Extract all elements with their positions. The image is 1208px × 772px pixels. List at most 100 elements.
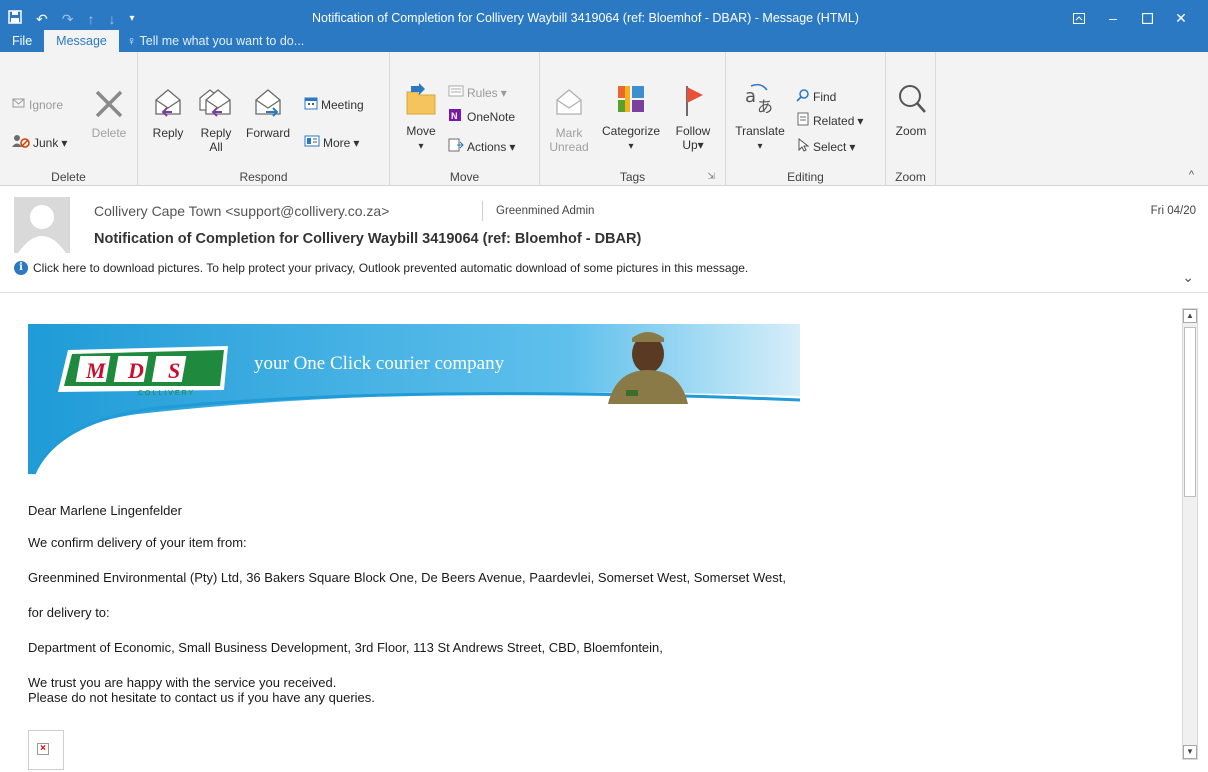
cursor-icon — [796, 137, 810, 155]
tell-me-label: Tell me what you want to do... — [139, 34, 305, 48]
dropdown-arrow-icon: ▾ — [500, 85, 507, 100]
customize-qat-icon[interactable]: ▾ — [129, 10, 134, 28]
greeting: Dear Marlene Lingenfelder — [28, 503, 182, 518]
broken-image-placeholder[interactable]: × — [28, 730, 64, 770]
undo-icon[interactable]: ↶ — [36, 10, 48, 28]
dropdown-arrow-icon: ▾ — [509, 139, 516, 154]
logo-letter: M — [85, 358, 107, 383]
more-respond-button[interactable]: More ▾ — [304, 134, 359, 151]
minimize-icon[interactable]: – — [1096, 6, 1130, 30]
broken-image-icon: × — [37, 743, 49, 755]
onenote-button[interactable]: N OneNote — [448, 108, 515, 125]
move-button[interactable]: Move ▾ — [398, 82, 444, 154]
related-button[interactable]: Related ▾ — [796, 112, 863, 129]
categorize-button[interactable]: Categorize ▾ — [596, 82, 666, 154]
download-pictures-infobar[interactable]: i Click here to download pictures. To he… — [14, 261, 748, 275]
maximize-icon[interactable] — [1130, 6, 1164, 30]
dialog-launcher-icon[interactable]: ⇲ — [707, 171, 715, 182]
ribbon-display-icon[interactable] — [1062, 6, 1096, 30]
infobar-text: Click here to download pictures. To help… — [33, 261, 749, 275]
select-button[interactable]: Select ▾ — [796, 137, 856, 155]
dropdown-arrow-icon: ▾ — [628, 141, 634, 152]
junk-button[interactable]: Junk ▾ — [12, 134, 67, 151]
avatar — [14, 197, 70, 253]
tab-message[interactable]: Message — [44, 30, 119, 52]
ignore-icon — [12, 96, 26, 113]
dropdown-arrow-icon: ▾ — [61, 135, 68, 150]
group-move: Move ▾ Rules ▾ N OneNote Actions ▾ Move — [390, 52, 540, 186]
group-label-respond: Respond — [239, 170, 288, 184]
ignore-button[interactable]: Ignore — [12, 96, 63, 113]
redo-icon[interactable]: ↷ — [62, 10, 74, 28]
sender[interactable]: Collivery Cape Town <support@collivery.c… — [94, 203, 389, 219]
translate-button[interactable]: aあ Translate ▾ — [730, 82, 790, 154]
window-title: Notification of Completion for Collivery… — [312, 11, 859, 25]
title-bar: ↶ ↷ ↑ ↓ ▾ Notification of Completion for… — [0, 0, 1208, 52]
info-icon: i — [14, 261, 28, 275]
related-icon — [796, 112, 810, 129]
dropdown-arrow-icon: ▾ — [857, 113, 864, 128]
closing-line-2: Please do not hesitate to contact us if … — [28, 690, 375, 705]
reply-all-button[interactable]: Reply All — [196, 86, 236, 154]
closing-line-1: We trust you are happy with the service … — [28, 675, 337, 690]
onenote-icon: N — [448, 108, 464, 125]
group-label-zoom: Zoom — [895, 170, 926, 184]
down-arrow-icon[interactable]: ↓ — [108, 10, 115, 28]
logo-letter: D — [127, 358, 144, 383]
close-icon[interactable]: ✕ — [1164, 6, 1198, 30]
vertical-scrollbar[interactable]: ▲ ▼ — [1182, 308, 1198, 760]
collapse-ribbon-icon[interactable]: ^ — [1189, 169, 1194, 181]
save-icon[interactable] — [8, 10, 22, 28]
group-label-tags: Tags — [619, 170, 646, 184]
mds-collivery-banner: M D S COLLIVERY your One Click courier c… — [28, 324, 801, 476]
rules-button[interactable]: Rules ▾ — [448, 84, 507, 101]
dropdown-arrow-icon: ▾ — [353, 135, 360, 150]
delivery-address: Department of Economic, Small Business D… — [28, 640, 663, 655]
meeting-icon — [304, 96, 318, 113]
delivery-label: for delivery to: — [28, 605, 110, 620]
dropdown-arrow-icon: ▾ — [849, 139, 856, 154]
recipient[interactable]: Greenmined Admin — [496, 205, 594, 217]
up-arrow-icon[interactable]: ↑ — [87, 10, 94, 28]
reply-button[interactable]: Reply — [150, 86, 186, 140]
group-delete: Ignore Junk ▾ Delete Delete — [0, 52, 138, 186]
magnifier-icon — [890, 82, 932, 121]
scroll-up-icon[interactable]: ▲ — [1183, 309, 1197, 323]
mark-unread-button[interactable]: Mark Unread — [546, 86, 592, 154]
scrollbar-thumb[interactable] — [1184, 327, 1196, 497]
rules-icon — [448, 84, 464, 101]
confirm-text: We confirm delivery of your item from: — [28, 535, 247, 550]
header-divider — [482, 201, 483, 221]
actions-button[interactable]: Actions ▾ — [448, 138, 515, 155]
lightbulb-icon: ♀ — [126, 34, 137, 48]
svg-text:あ: あ — [757, 97, 773, 116]
banner-tagline: your One Click courier company — [254, 353, 505, 374]
delete-button[interactable]: Delete — [86, 88, 132, 140]
junk-icon — [12, 134, 30, 151]
forward-icon — [244, 86, 292, 123]
ribbon: Ignore Junk ▾ Delete Delete Reply Reply … — [0, 52, 1208, 186]
actions-icon — [448, 138, 464, 155]
categorize-icon — [596, 82, 666, 121]
scroll-down-icon[interactable]: ▼ — [1183, 745, 1197, 759]
mark-unread-icon — [546, 86, 592, 123]
find-button[interactable]: Find — [796, 88, 836, 105]
group-zoom: Zoom Zoom — [886, 52, 936, 186]
group-label-editing: Editing — [787, 170, 824, 184]
chevron-down-icon[interactable]: ⌄ — [1182, 269, 1194, 286]
group-editing: aあ Translate ▾ Find Related ▾ Select ▾ Edi… — [726, 52, 886, 186]
more-icon — [304, 134, 320, 151]
window-controls: – ✕ — [1062, 6, 1198, 30]
translate-icon: aあ — [730, 82, 790, 121]
sender-address: Greenmined Environmental (Pty) Ltd, 36 B… — [28, 570, 786, 585]
tell-me-search[interactable]: ♀ Tell me what you want to do... — [119, 30, 316, 52]
follow-up-button[interactable]: Follow Up▾ — [670, 82, 716, 152]
forward-button[interactable]: Forward — [244, 86, 292, 140]
zoom-button[interactable]: Zoom — [890, 82, 932, 138]
group-respond: Reply Reply All Forward Meeting More ▾ R… — [138, 52, 390, 186]
message-body: M D S COLLIVERY your One Click courier c… — [0, 294, 1208, 772]
meeting-button[interactable]: Meeting — [304, 96, 364, 113]
svg-text:a: a — [745, 86, 756, 107]
message-header: Collivery Cape Town <support@collivery.c… — [0, 187, 1208, 293]
tab-file[interactable]: File — [0, 30, 44, 52]
